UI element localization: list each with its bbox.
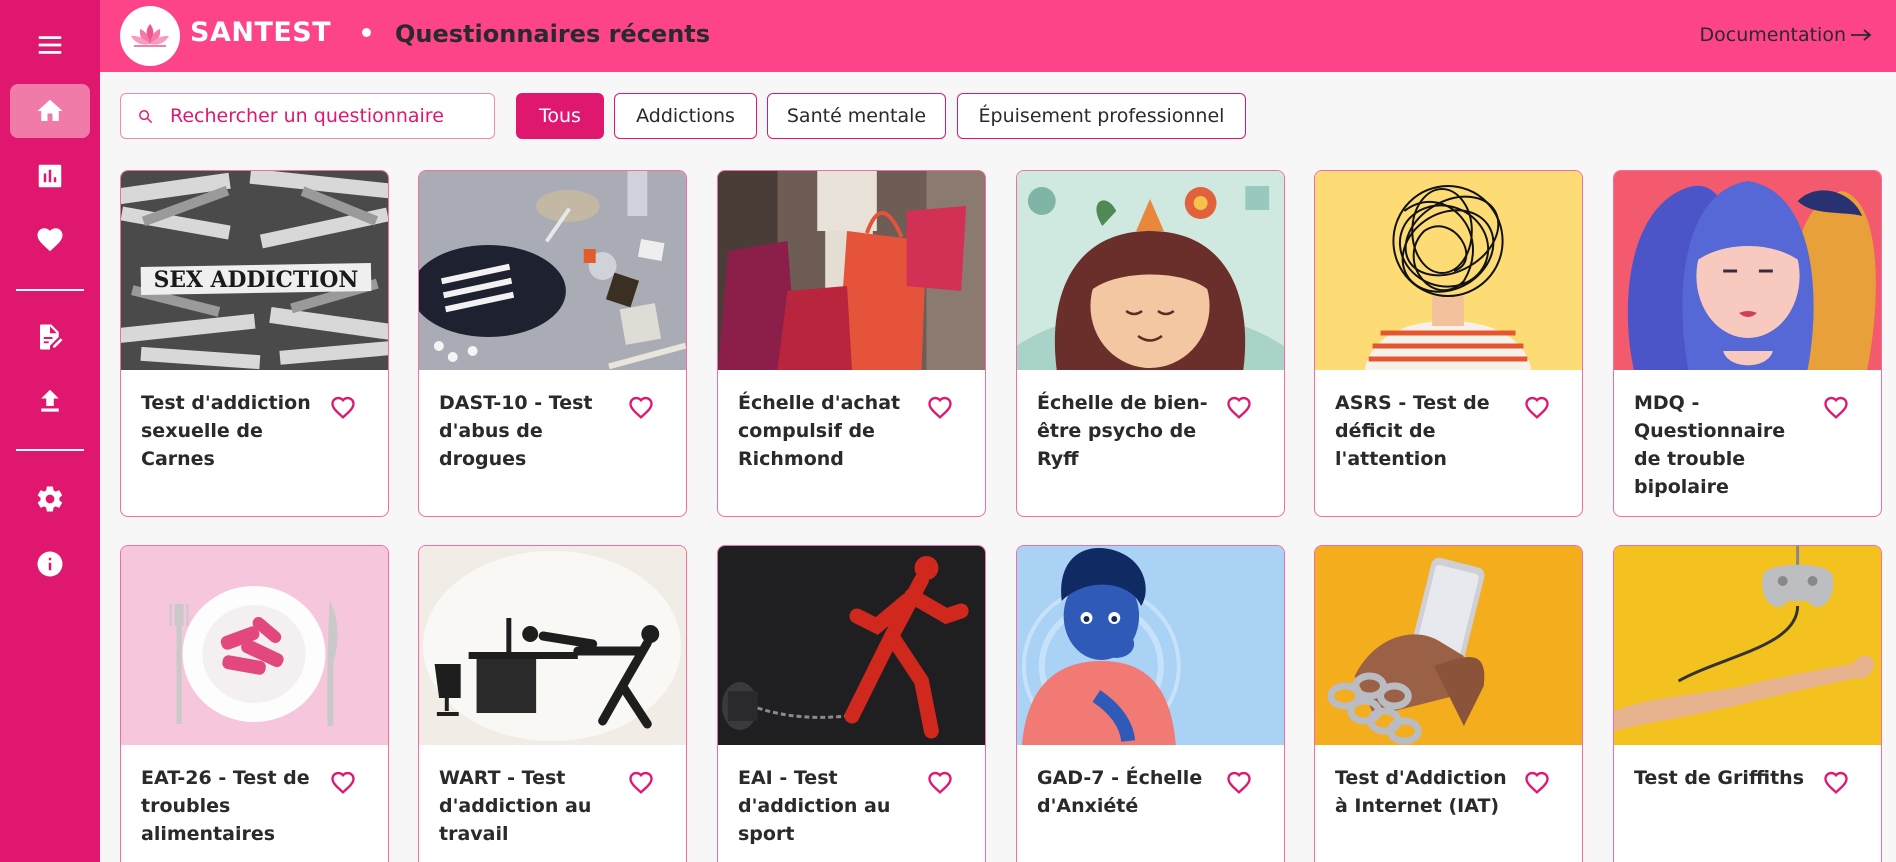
favorite-button[interactable] — [329, 394, 357, 422]
card-title: DAST-10 - Test d'abus de drogues — [439, 392, 593, 470]
heart-outline-icon — [1824, 396, 1848, 419]
card-title: ASRS - Test de déficit de l'attention — [1335, 392, 1490, 470]
heart-outline-icon — [1525, 771, 1549, 794]
top-header: SANTEST Questionnaires récents Documenta… — [100, 0, 1896, 72]
card-title: Test d'addiction sexuelle de Carnes — [141, 392, 311, 470]
favorite-button[interactable] — [1822, 769, 1850, 797]
shopping-bags-image — [718, 171, 985, 370]
heart-icon — [37, 228, 63, 252]
search-input[interactable] — [170, 105, 490, 127]
card-title: Échelle d'achat compulsif de Richmond — [738, 392, 901, 470]
home-icon — [37, 99, 63, 121]
favorite-button[interactable] — [1523, 769, 1551, 797]
heart-outline-icon — [1227, 771, 1251, 794]
questionnaire-card[interactable]: Échelle d'achat compulsif de Richmond — [717, 170, 986, 517]
favorite-button[interactable] — [329, 769, 357, 797]
favorite-button[interactable] — [1523, 394, 1551, 422]
card-title: MDQ - Questionnaire de trouble bipolaire — [1634, 392, 1786, 498]
questionnaire-card[interactable]: MDQ - Questionnaire de trouble bipolaire — [1613, 170, 1882, 517]
heart-outline-icon — [1824, 771, 1848, 794]
sidebar-item-home[interactable] — [10, 84, 90, 138]
filter-mental-health[interactable]: Santé mentale — [767, 93, 946, 139]
card-title: Test de Griffiths — [1634, 767, 1805, 789]
heart-outline-icon — [928, 771, 952, 794]
documentation-link[interactable]: Documentation — [1700, 24, 1872, 46]
sidebar — [0, 0, 100, 862]
three-faces-image — [1614, 171, 1881, 370]
favorite-button[interactable] — [627, 394, 655, 422]
favorite-button[interactable] — [1225, 394, 1253, 422]
favorite-button[interactable] — [627, 769, 655, 797]
sex-addiction-newspaper-image: SEX ADDICTION — [121, 171, 388, 370]
sidebar-item-info[interactable] — [10, 537, 90, 591]
info-icon — [37, 551, 63, 577]
questionnaire-card[interactable]: EAI - Test d'addiction au sport — [717, 545, 986, 862]
controller-arm-image — [1614, 546, 1881, 745]
sidebar-divider — [16, 449, 84, 451]
search-icon — [139, 109, 153, 123]
favorite-button[interactable] — [1225, 769, 1253, 797]
documentation-label: Documentation — [1699, 24, 1846, 46]
questionnaire-card[interactable]: GAD-7 - Échelle d'Anxiété — [1016, 545, 1285, 862]
filter-all[interactable]: Tous — [516, 93, 604, 139]
questionnaire-card[interactable]: DAST-10 - Test d'abus de drogues — [418, 170, 687, 517]
questionnaire-card[interactable]: Échelle de bien-être psycho de Ryff — [1016, 170, 1285, 517]
heart-outline-icon — [1525, 396, 1549, 419]
card-title: Test d'Addiction à Internet (IAT) — [1335, 767, 1507, 817]
favorite-button[interactable] — [1822, 394, 1850, 422]
questionnaire-card[interactable]: ASRS - Test de déficit de l'attention — [1314, 170, 1583, 517]
questionnaire-card[interactable]: Test d'Addiction à Internet (IAT) — [1314, 545, 1583, 862]
sidebar-item-edit[interactable] — [10, 310, 90, 364]
menu-icon — [38, 36, 62, 54]
page-title: Questionnaires récents — [395, 20, 711, 48]
upload-icon — [41, 389, 59, 412]
sidebar-item-favorites[interactable] — [10, 213, 90, 267]
heart-outline-icon — [331, 771, 355, 794]
card-title: EAT-26 - Test de troubles alimentaires — [141, 767, 310, 845]
sidebar-item-settings[interactable] — [10, 472, 90, 526]
filter-burnout[interactable]: Épuisement professionnel — [957, 93, 1246, 139]
title-separator — [362, 28, 371, 37]
card-title: GAD-7 - Échelle d'Anxiété — [1037, 767, 1203, 817]
sidebar-item-stats[interactable] — [10, 149, 90, 203]
brand-name: SANTEST — [190, 17, 332, 48]
chart-icon — [38, 164, 62, 188]
filter-addictions[interactable]: Addictions — [614, 93, 757, 139]
favorite-button[interactable] — [926, 769, 954, 797]
desk-pulling-figure-image — [419, 546, 686, 745]
heart-outline-icon — [629, 396, 653, 419]
questionnaire-card[interactable]: WART - Test d'addiction au travail — [418, 545, 687, 862]
heart-outline-icon — [629, 771, 653, 794]
sidebar-item-upload[interactable] — [10, 374, 90, 428]
heart-outline-icon — [331, 396, 355, 419]
edit-document-icon — [40, 324, 63, 350]
app-logo[interactable] — [120, 6, 180, 66]
questionnaire-card[interactable]: EAT-26 - Test de troubles alimentaires — [120, 545, 389, 862]
questionnaire-card[interactable]: SEX ADDICTION Test d'addiction sexuelle … — [120, 170, 389, 517]
chained-phone-hands-image — [1315, 546, 1582, 745]
heart-outline-icon — [1227, 396, 1251, 419]
favorite-button[interactable] — [926, 394, 954, 422]
scribble-head-image — [1315, 171, 1582, 370]
questionnaire-card[interactable]: Test de Griffiths — [1613, 545, 1882, 862]
drugs-mirror-image — [419, 171, 686, 370]
search-box[interactable] — [120, 93, 495, 139]
card-title: EAI - Test d'addiction au sport — [738, 767, 891, 845]
menu-button[interactable] — [10, 18, 90, 72]
settings-icon — [37, 486, 63, 512]
lotus-icon — [131, 24, 169, 47]
card-title: WART - Test d'addiction au travail — [439, 767, 592, 845]
card-title: Échelle de bien-être psycho de Ryff — [1037, 392, 1208, 470]
red-runner-chained-image — [718, 546, 985, 745]
heart-outline-icon — [928, 396, 952, 419]
sidebar-divider — [16, 289, 84, 291]
wellbeing-girl-flowers-image — [1017, 171, 1284, 370]
tape-plate-image — [121, 546, 388, 745]
svg-text:SEX ADDICTION: SEX ADDICTION — [154, 267, 359, 293]
anxious-person-image — [1017, 546, 1284, 745]
arrow-right-icon — [1851, 29, 1872, 41]
